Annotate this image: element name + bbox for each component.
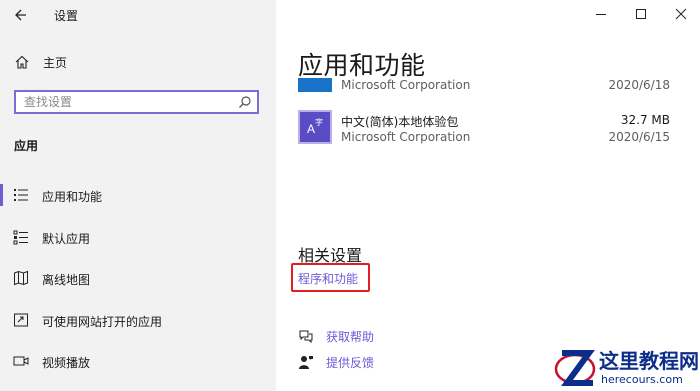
list-item[interactable]: Microsoft Corporation 2020/6/18 [298, 78, 678, 96]
back-button[interactable] [10, 4, 34, 26]
feedback-link[interactable]: 提供反馈 [326, 354, 374, 371]
sidebar-item-apps-features[interactable]: 应用和功能 [0, 180, 276, 210]
page-title: 应用和功能 [298, 51, 426, 80]
svg-text:A: A [307, 122, 315, 136]
back-arrow-icon [15, 9, 26, 21]
feedback-row[interactable]: 提供反馈 [298, 353, 498, 373]
video-playback-icon [13, 356, 29, 366]
watermark-logo-icon [554, 350, 596, 386]
app-size: 32.7 MB [620, 113, 670, 127]
search-icon[interactable] [238, 95, 252, 109]
search-input[interactable] [24, 94, 224, 110]
chat-help-icon [299, 330, 313, 344]
programs-features-link[interactable]: 程序和功能 [298, 270, 358, 287]
watermark-title: 这里教程网 [599, 349, 699, 373]
sidebar-item-label: 离线地图 [42, 273, 91, 287]
app-date: 2020/6/15 [608, 130, 670, 144]
app-name: 中文(简体)本地体验包 [341, 115, 459, 129]
active-indicator [0, 184, 3, 206]
apps-list-icon [14, 189, 28, 201]
app-publisher: Microsoft Corporation [341, 130, 471, 144]
watermark: 这里教程网 herecours.com [553, 345, 699, 389]
sidebar-item-apps-for-websites[interactable]: 可使用网站打开的应用 [0, 305, 276, 335]
app-date: 2020/6/18 [608, 78, 670, 92]
window-title: 设置 [54, 9, 79, 23]
language-pack-icon: A 字 [298, 110, 332, 144]
sidebar-item-label: 主页 [43, 56, 68, 70]
sidebar-item-video-playback[interactable]: 视频播放 [0, 346, 276, 376]
apps-for-websites-icon [14, 313, 28, 327]
sidebar-item-label: 视频播放 [42, 356, 91, 370]
sidebar: 设置 主页 应用 应用和功能 默认应用 [0, 0, 276, 391]
close-icon [675, 8, 687, 20]
list-item[interactable]: A 字 中文(简体)本地体验包 Microsoft Corporation 32… [298, 110, 678, 150]
offline-maps-icon [14, 270, 28, 286]
search-box[interactable] [14, 90, 259, 114]
feedback-icon [299, 356, 313, 369]
svg-text:字: 字 [315, 117, 323, 127]
maximize-button[interactable] [627, 4, 655, 24]
sidebar-item-label: 默认应用 [42, 232, 91, 246]
app-publisher: Microsoft Corporation [341, 78, 471, 92]
sidebar-item-home[interactable]: 主页 [0, 48, 276, 76]
section-heading: 应用 [14, 139, 39, 153]
minimize-icon [596, 14, 606, 15]
sidebar-item-label: 应用和功能 [42, 190, 103, 204]
default-apps-icon [13, 230, 28, 245]
get-help-link[interactable]: 获取帮助 [326, 328, 374, 345]
maximize-icon [636, 9, 646, 19]
sidebar-item-offline-maps[interactable]: 离线地图 [0, 263, 276, 293]
watermark-url: herecours.com [601, 373, 683, 386]
sidebar-item-label: 可使用网站打开的应用 [42, 315, 163, 329]
minimize-button[interactable] [587, 4, 615, 24]
close-button[interactable] [667, 4, 695, 24]
app-tile-icon [298, 78, 332, 92]
home-icon [15, 55, 29, 69]
sidebar-item-default-apps[interactable]: 默认应用 [0, 222, 276, 252]
get-help-row[interactable]: 获取帮助 [298, 327, 498, 347]
language-glyph-icon: A 字 [307, 117, 323, 136]
